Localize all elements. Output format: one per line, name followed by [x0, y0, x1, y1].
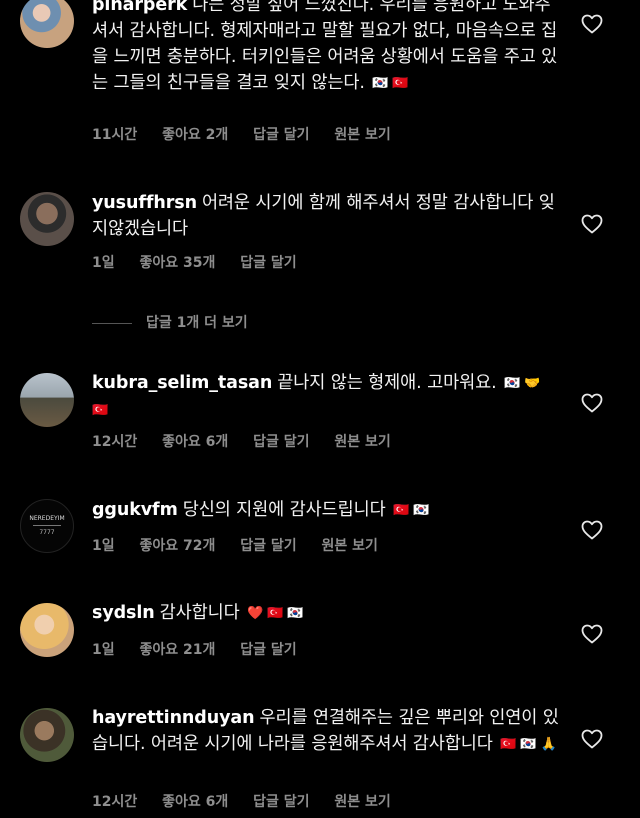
- view-more-replies-label[interactable]: 답글 1개 더 보기: [146, 315, 248, 331]
- comment-likes[interactable]: 좋아요 72개: [140, 538, 216, 554]
- comment-meta: 1일 좋아요 72개 답글 달기 원본 보기: [92, 535, 398, 555]
- comment-likes[interactable]: 좋아요 6개: [162, 794, 228, 810]
- avatar-logo-text: NEREDEYIM: [29, 515, 65, 522]
- see-original-button[interactable]: 원본 보기: [334, 434, 390, 450]
- comment-time: 12시간: [92, 434, 138, 450]
- heart-outline-icon[interactable]: [580, 518, 604, 542]
- avatar[interactable]: [20, 0, 74, 48]
- heart-outline-icon[interactable]: [580, 622, 604, 646]
- comment-emoji: 🇰🇷 🇹🇷: [372, 76, 409, 91]
- comment-time: 12시간: [92, 794, 138, 810]
- comment-likes[interactable]: 좋아요 21개: [140, 642, 216, 658]
- avatar[interactable]: [20, 373, 74, 427]
- comment-username[interactable]: yusuffhrsn: [92, 193, 197, 213]
- comment-body: ggukvfm 당신의 지원에 감사드립니다 🇹🇷 🇰🇷: [92, 497, 560, 524]
- comment-emoji: 🇹🇷 🇰🇷 🙏: [500, 737, 557, 752]
- view-more-replies[interactable]: 답글 1개 더 보기: [92, 312, 248, 332]
- comment-time: 1일: [92, 538, 115, 554]
- comment-emoji: 🇹🇷 🇰🇷: [393, 503, 430, 518]
- reply-button[interactable]: 답글 달기: [253, 434, 309, 450]
- comment-likes[interactable]: 좋아요 6개: [162, 434, 228, 450]
- reply-button[interactable]: 답글 달기: [240, 255, 296, 271]
- comment-username[interactable]: pinarperk: [92, 0, 187, 15]
- heart-outline-icon[interactable]: [580, 12, 604, 36]
- heart-outline-icon[interactable]: [580, 727, 604, 751]
- comment-body: sydsln 감사합니다 ❤️ 🇹🇷 🇰🇷: [92, 600, 560, 627]
- reply-button[interactable]: 답글 달기: [253, 794, 309, 810]
- see-original-button[interactable]: 원본 보기: [334, 794, 390, 810]
- comment-meta: 12시간 좋아요 6개 답글 달기 원본 보기: [92, 431, 411, 451]
- heart-outline-icon[interactable]: [580, 212, 604, 236]
- divider: [33, 525, 61, 526]
- comment-body: pinarperk 나는 정말 싶어 느꼈진다. 우리를 응원하고 도와주셔서 감…: [92, 0, 560, 97]
- avatar[interactable]: [20, 603, 74, 657]
- reply-button[interactable]: 답글 달기: [253, 127, 309, 143]
- comment-username[interactable]: hayrettinnduyan: [92, 708, 255, 728]
- comment-username[interactable]: sydsln: [92, 603, 155, 623]
- avatar[interactable]: [20, 708, 74, 762]
- comment-body: hayrettinnduyan 우리를 연결해주는 깊은 뿌리와 인연이 있습니다…: [92, 705, 560, 758]
- comment-time: 1일: [92, 255, 115, 271]
- comment-text: 감사합니다: [159, 603, 240, 623]
- avatar-logo-number: 7777: [39, 529, 55, 536]
- comment-meta: 12시간 좋아요 6개 답글 달기 원본 보기: [92, 791, 411, 811]
- comment-likes[interactable]: 좋아요 35개: [140, 255, 216, 271]
- see-original-button[interactable]: 원본 보기: [322, 538, 378, 554]
- reply-button[interactable]: 답글 달기: [240, 538, 296, 554]
- comment-meta: 11시간 좋아요 2개 답글 달기 원본 보기: [92, 124, 411, 144]
- comment-username[interactable]: kubra_selim_tasan: [92, 373, 272, 393]
- avatar[interactable]: [20, 192, 74, 246]
- comment-time: 11시간: [92, 127, 138, 143]
- comment-body: kubra_selim_tasan 끝나지 않는 형제애. 고마워요. 🇰🇷 🤝 …: [92, 370, 560, 424]
- comment-meta: 1일 좋아요 21개 답글 달기: [92, 639, 317, 659]
- comment-likes[interactable]: 좋아요 2개: [162, 127, 228, 143]
- comment-text: 당신의 지원에 감사드립니다: [182, 500, 386, 520]
- heart-outline-icon[interactable]: [580, 391, 604, 415]
- comment-time: 1일: [92, 642, 115, 658]
- comment-meta: 1일 좋아요 35개 답글 달기: [92, 252, 317, 272]
- divider: [92, 322, 132, 324]
- comment-emoji: ❤️ 🇹🇷 🇰🇷: [247, 606, 304, 621]
- reply-button[interactable]: 답글 달기: [240, 642, 296, 658]
- comment-text: 끝나지 않는 형제애. 고마워요.: [277, 373, 497, 393]
- comment-body: yusuffhrsn 어려운 시기에 함께 해주셔서 정말 감사합니다 잊지않겠습…: [92, 190, 560, 242]
- comment-username[interactable]: ggukvfm: [92, 500, 178, 520]
- avatar[interactable]: NEREDEYIM 7777: [20, 499, 74, 553]
- see-original-button[interactable]: 원본 보기: [334, 127, 390, 143]
